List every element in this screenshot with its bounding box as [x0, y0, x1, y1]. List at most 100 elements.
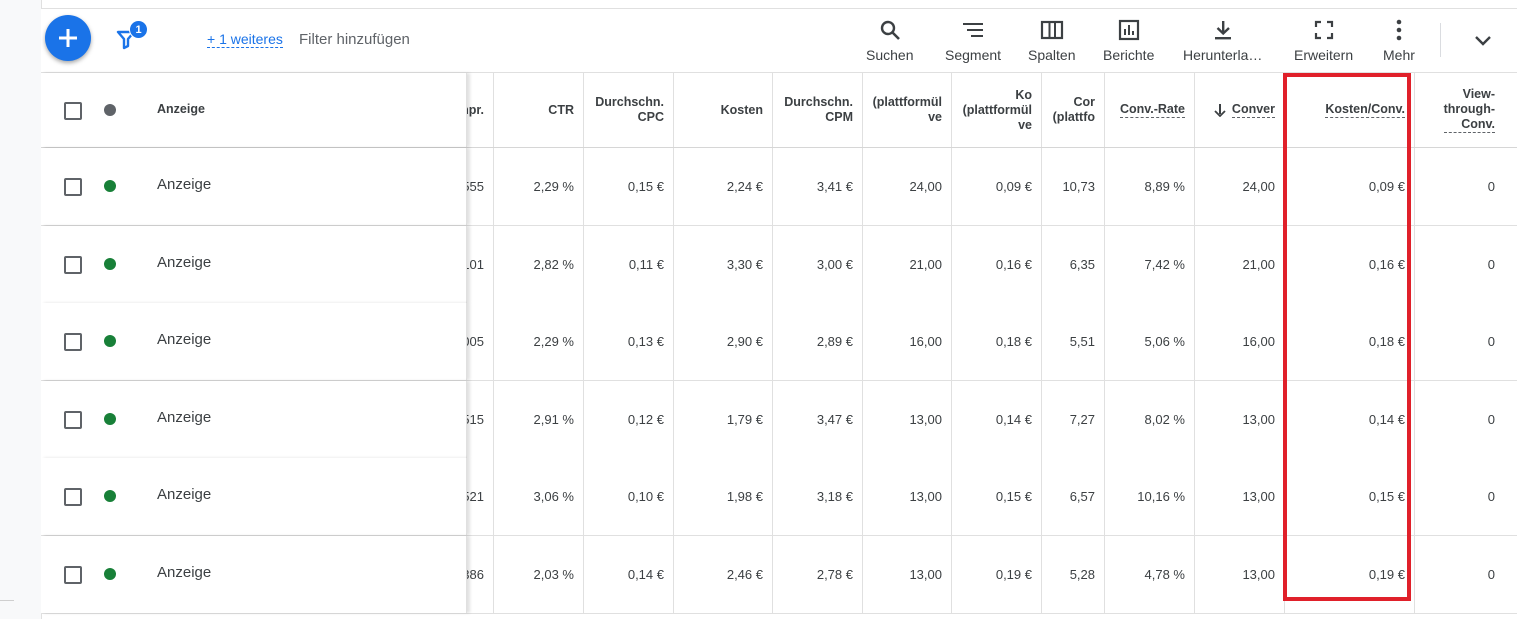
select-all-checkbox[interactable]	[64, 102, 82, 120]
header-cost-per-conv-label: Kosten/Conv.	[1325, 102, 1405, 118]
row-checkbox[interactable]	[64, 255, 82, 274]
header-cost[interactable]: Kosten	[673, 73, 772, 147]
left-gutter	[0, 0, 42, 619]
header-cost-per-conv[interactable]: Kosten/Conv.	[1284, 73, 1414, 147]
download-label: Herunterla…	[1183, 47, 1263, 63]
cell-cost: 2,24 €	[673, 148, 772, 225]
header-ctr-label: CTR	[548, 102, 574, 117]
row-sticky-columns: Anzeige	[41, 225, 467, 303]
cell-plat-conv: 13,00	[862, 458, 951, 535]
cell-conv-rate: 8,02 %	[1104, 380, 1194, 458]
header-avg-cpc[interactable]: Durchschn. CPC	[583, 73, 673, 147]
cell-conv: 16,00	[1194, 303, 1284, 380]
status-enabled-dot	[104, 180, 116, 192]
columns-button[interactable]: Spalten	[1028, 18, 1075, 66]
more-vert-icon	[1387, 18, 1411, 42]
cell-impr: 386	[466, 535, 493, 613]
cell-cpc: 0,14 €	[583, 535, 673, 613]
cell-cpc: 0,12 €	[583, 380, 673, 458]
cell-ctr: 2,91 %	[493, 380, 583, 458]
row-sticky-columns: Anzeige	[41, 303, 467, 380]
segment-icon	[961, 18, 985, 42]
cell-conv: 21,00	[1194, 225, 1284, 303]
cell-cpm: 3,00 €	[772, 225, 862, 303]
cell-conv: 13,00	[1194, 458, 1284, 535]
row-checkbox[interactable]	[64, 565, 82, 584]
segment-label: Segment	[945, 47, 1002, 63]
cell-ctr: 3,06 %	[493, 458, 583, 535]
cell-plat-cost: 0,18 €	[951, 303, 1041, 380]
cell-cost: 1,79 €	[673, 380, 772, 458]
cell-cpm: 3,18 €	[772, 458, 862, 535]
status-enabled-dot	[104, 567, 116, 580]
status-enabled-dot	[104, 335, 116, 347]
search-button[interactable]: Suchen	[866, 18, 913, 66]
cell-ctr: 2,29 %	[493, 148, 583, 225]
header-conversions[interactable]: Conver	[1194, 73, 1284, 147]
ad-name[interactable]: Anzeige	[157, 486, 211, 503]
cell-plat-rate: 7,27	[1041, 380, 1104, 458]
row-sticky-columns: Anzeige	[41, 458, 467, 535]
download-icon	[1211, 18, 1235, 42]
cell-plat-cost: 0,14 €	[951, 380, 1041, 458]
search-label: Suchen	[866, 47, 914, 63]
cell-plat-conv: 13,00	[862, 535, 951, 613]
cell-impr: 005	[466, 303, 493, 380]
header-platform-rate[interactable]: Cor (plattfo	[1041, 73, 1104, 147]
ad-name[interactable]: Anzeige	[157, 254, 211, 271]
header-avg-cpm[interactable]: Durchschn. CPM	[772, 73, 862, 147]
ad-name[interactable]: Anzeige	[157, 176, 211, 193]
expand-button[interactable]: Erweitern	[1294, 18, 1353, 66]
reports-button[interactable]: Berichte	[1103, 18, 1154, 66]
cell-ctr: 2,29 %	[493, 303, 583, 380]
cell-cost-conv: 0,18 €	[1284, 303, 1414, 380]
cell-view: 0	[1414, 535, 1517, 613]
cell-view: 0	[1414, 148, 1517, 225]
cell-plat-cost: 0,15 €	[951, 458, 1041, 535]
cell-ctr: 2,82 %	[493, 225, 583, 303]
header-impressions[interactable]: npr.	[466, 73, 493, 147]
header-conv-rate[interactable]: Conv.-Rate	[1104, 73, 1194, 147]
ad-name[interactable]: Anzeige	[157, 564, 211, 581]
cell-cost-conv: 0,19 €	[1284, 535, 1414, 613]
more-filters-link[interactable]: + 1 weiteres	[207, 32, 283, 48]
cell-view: 0	[1414, 225, 1517, 303]
table-row: Anzeige1012,82 %0,11 €3,30 €3,00 €21,000…	[41, 225, 1517, 304]
header-view-through-conv[interactable]: View-through- Conv.	[1414, 73, 1504, 147]
ads-table: Anzeige npr. CTR Durchschn.CPC Kosten Du…	[41, 72, 1517, 619]
add-filter-button[interactable]: Filter hinzufügen	[299, 32, 410, 47]
search-icon	[878, 18, 902, 42]
row-checkbox[interactable]	[64, 410, 82, 429]
columns-label: Spalten	[1028, 47, 1076, 63]
status-enabled-dot	[104, 412, 116, 425]
status-enabled-dot	[104, 257, 116, 270]
more-button[interactable]: Mehr	[1383, 18, 1415, 66]
row-sticky-columns: Anzeige	[41, 148, 467, 225]
table-header: Anzeige npr. CTR Durchschn.CPC Kosten Du…	[41, 72, 1517, 149]
cell-cost: 3,30 €	[673, 225, 772, 303]
reports-icon	[1117, 18, 1141, 42]
header-ad[interactable]: Anzeige	[157, 102, 205, 116]
table-row: Anzeige5552,29 %0,15 €2,24 €3,41 €24,000…	[41, 148, 1517, 226]
cell-cpc: 0,11 €	[583, 225, 673, 303]
cell-conv-rate: 4,78 %	[1104, 535, 1194, 613]
create-button[interactable]	[45, 15, 91, 61]
cell-cpc: 0,15 €	[583, 148, 673, 225]
row-checkbox[interactable]	[64, 488, 82, 506]
header-platform-conversions[interactable]: (plattformül ve	[862, 73, 951, 147]
row-checkbox[interactable]	[64, 333, 82, 351]
header-platform-cost[interactable]: Ko (plattformül ve	[951, 73, 1041, 147]
more-label: Mehr	[1383, 47, 1415, 63]
download-button[interactable]: Herunterla…	[1183, 18, 1262, 66]
cell-plat-conv: 16,00	[862, 303, 951, 380]
collapse-toggle[interactable]	[1469, 27, 1497, 55]
segment-button[interactable]: Segment	[945, 18, 1001, 66]
ad-name[interactable]: Anzeige	[157, 409, 211, 426]
ad-name[interactable]: Anzeige	[157, 331, 211, 348]
cell-cost: 1,98 €	[673, 458, 772, 535]
expand-label: Erweitern	[1294, 47, 1354, 63]
header-avg-cpm-label: Durchschn. CPM	[784, 95, 853, 124]
header-ctr[interactable]: CTR	[493, 73, 583, 147]
cell-conv: 13,00	[1194, 535, 1284, 613]
row-checkbox[interactable]	[64, 178, 82, 196]
